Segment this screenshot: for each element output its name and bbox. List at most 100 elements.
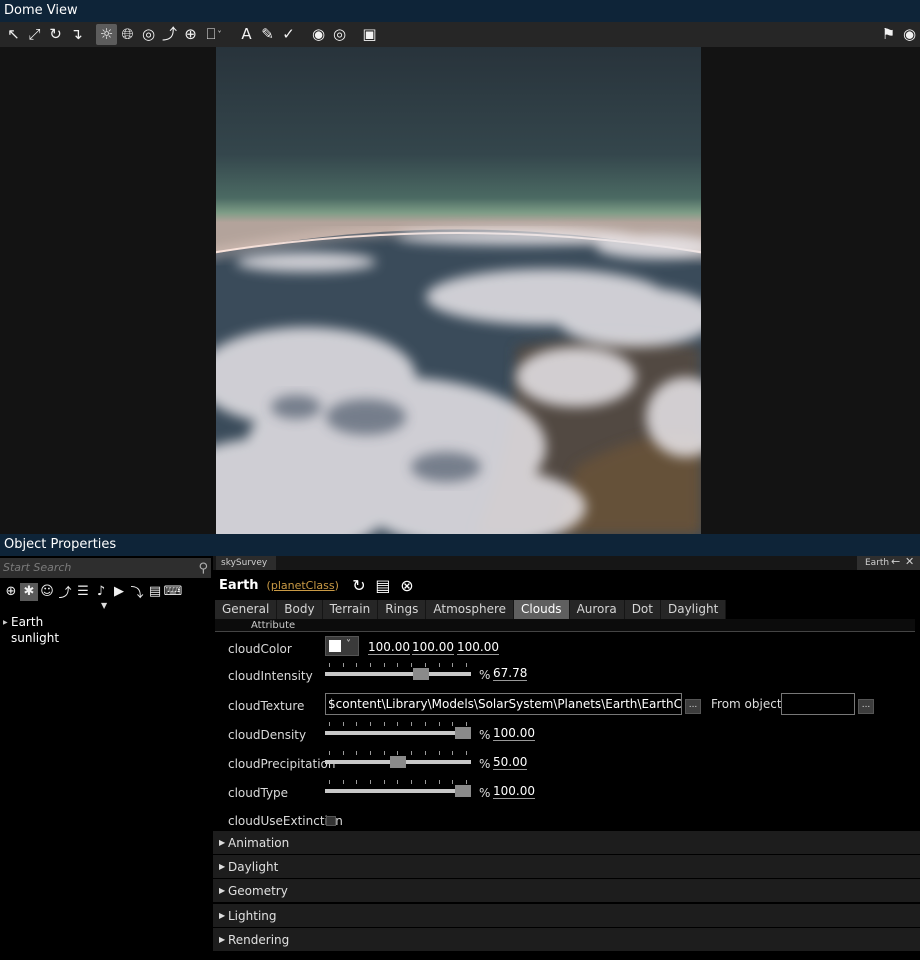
text-icon[interactable]: A (236, 24, 257, 45)
dome-viewport-render[interactable] (216, 47, 701, 534)
dome-view-title: Dome View (4, 3, 78, 18)
resize-icon[interactable]: ⤢ (24, 24, 45, 45)
add-icon[interactable]: ⊕ (2, 583, 20, 601)
percent-unit: % (479, 728, 491, 742)
tree-item-sunlight[interactable]: sunlight (0, 630, 213, 646)
slider-thumb[interactable] (413, 668, 430, 680)
class-link[interactable]: planetClass (271, 579, 335, 592)
select-arrow-icon[interactable]: ↖ (3, 24, 24, 45)
color-g-value[interactable]: 100.00 (412, 640, 454, 655)
slider-track[interactable] (325, 731, 471, 735)
tab-body[interactable]: Body (277, 600, 323, 619)
caption-icon[interactable]: ▤ (146, 583, 164, 601)
close-icon[interactable]: ✕ (905, 555, 914, 569)
slider-thumb[interactable] (455, 785, 471, 797)
section-daylight[interactable]: ▶ Daylight (213, 855, 920, 879)
crosshair-icon[interactable]: ⊕ (180, 24, 201, 45)
tree-item-earth[interactable]: ▶ Earth (0, 614, 213, 630)
browse-object-button[interactable]: ... (858, 699, 874, 714)
cloud-intensity-slider[interactable] (325, 663, 471, 680)
color-picker[interactable]: ˅ (325, 636, 359, 656)
slider-track[interactable] (325, 789, 471, 793)
gamepad-icon[interactable]: ⎕ ˅ (201, 24, 227, 45)
sky-dome-icon[interactable]: ☼ (96, 24, 117, 45)
expand-arrow-icon[interactable]: ▶ (0, 615, 11, 631)
dome-camera-icon[interactable]: ▣ (359, 24, 380, 45)
tab-terrain[interactable]: Terrain (322, 600, 379, 619)
tab-atmosphere[interactable]: Atmosphere (426, 600, 515, 619)
pen-link-icon[interactable]: ✎ (257, 24, 278, 45)
inspector-object-tag: Earth ← ✕ (857, 555, 920, 570)
remove-icon[interactable]: ⊗ (397, 576, 417, 595)
star-icon[interactable]: ✱ (20, 582, 38, 601)
inspector-object-tag-label: Earth (865, 558, 890, 568)
chevron-down-icon[interactable]: ˅ (346, 639, 351, 650)
tab-aurora[interactable]: Aurora (569, 600, 625, 619)
section-animation[interactable]: ▶ Animation (213, 831, 920, 855)
path-icon[interactable]: ↴ (66, 24, 87, 45)
attribute-header: Attribute (215, 619, 915, 632)
attr-row-cloud-type: cloudType % 100.00 (213, 780, 920, 806)
search-input[interactable]: Start Search ⚲ (0, 558, 211, 578)
color-r-value[interactable]: 100.00 (368, 640, 410, 655)
tab-rings[interactable]: Rings (378, 600, 427, 619)
section-label: Daylight (228, 860, 279, 874)
keyboard-icon[interactable]: ⌨ (164, 583, 183, 601)
tab-daylight[interactable]: Daylight (660, 600, 727, 619)
rotate-icon[interactable]: ↻ (45, 24, 66, 45)
cloud-precipitation-value[interactable]: 50.00 (493, 755, 528, 770)
cloud-density-slider[interactable] (325, 722, 471, 739)
search-icon[interactable]: ⚲ (198, 559, 208, 579)
target-icon[interactable]: ◎ (138, 24, 159, 45)
cloud-precipitation-slider[interactable] (325, 751, 471, 768)
tab-dot[interactable]: Dot (624, 600, 661, 619)
cloud-texture-input[interactable]: $content\Library\Models\SolarSystem\Plan… (325, 693, 682, 715)
attr-row-cloud-color: cloudColor ˅ 100.00 100.00 100.00 (213, 636, 920, 662)
camera-icon[interactable]: ◉ (308, 24, 329, 45)
tab-general[interactable]: General (215, 600, 278, 619)
back-arrow-icon[interactable]: ← (891, 555, 900, 569)
cloud-density-value[interactable]: 100.00 (493, 726, 535, 741)
screenshot-icon[interactable]: ◎ (329, 24, 350, 45)
chevron-down-icon[interactable]: ▼ (101, 601, 107, 610)
layers-icon[interactable]: ☰ (74, 583, 92, 601)
cloud-intensity-value[interactable]: 67.78 (493, 666, 528, 681)
person-icon[interactable]: ☺ (38, 583, 56, 601)
reset-icon[interactable]: ↻ (349, 576, 369, 595)
media-icon[interactable]: ▶ (110, 583, 128, 601)
expand-arrow-icon: ▶ (219, 838, 226, 847)
bookmark-icon[interactable]: ⚑ (878, 24, 899, 45)
slider-track[interactable] (325, 672, 471, 676)
dome-view-title-bar: Dome View (0, 0, 920, 22)
attr-label: cloudType (228, 786, 289, 800)
draw-icon[interactable]: ✓ (278, 24, 299, 45)
from-object-label: From object: (711, 697, 786, 711)
object-title-row: Earth (planetClass) ↻ ▤ ⊗ (219, 574, 417, 596)
slider-ticks (329, 780, 467, 785)
slider-thumb[interactable] (390, 756, 406, 768)
branch-icon[interactable]: ⤴ (56, 583, 74, 601)
section-rendering[interactable]: ▶ Rendering (213, 928, 920, 952)
telescope-icon[interactable]: ⤴ (159, 24, 180, 45)
script-icon[interactable]: ▤ (373, 576, 393, 595)
eye-icon[interactable]: ◉ (899, 24, 920, 45)
section-lighting[interactable]: ▶ Lighting (213, 904, 920, 928)
globe-icon[interactable]: 🌐︎ (117, 24, 138, 45)
audio-icon[interactable]: ♪ (92, 583, 110, 601)
color-b-value[interactable]: 100.00 (457, 640, 499, 655)
telescope-icon[interactable]: ⤵ (128, 583, 146, 601)
inspector-header: skySurvey Earth ← ✕ (213, 555, 920, 570)
cloud-use-extinction-checkbox[interactable] (326, 816, 336, 826)
section-geometry[interactable]: ▶ Geometry (213, 879, 920, 903)
color-swatch (329, 640, 341, 652)
percent-unit: % (479, 668, 491, 682)
cloud-type-slider[interactable] (325, 780, 471, 797)
slider-thumb[interactable] (455, 727, 471, 739)
expand-arrow-icon: ▶ (219, 862, 226, 871)
browse-texture-button[interactable]: ... (685, 699, 701, 714)
tree-item-label: Earth (11, 615, 44, 629)
inspector-tag[interactable]: skySurvey (216, 556, 276, 570)
cloud-type-value[interactable]: 100.00 (493, 784, 535, 799)
tab-clouds[interactable]: Clouds (514, 600, 570, 619)
from-object-input[interactable] (781, 693, 855, 715)
